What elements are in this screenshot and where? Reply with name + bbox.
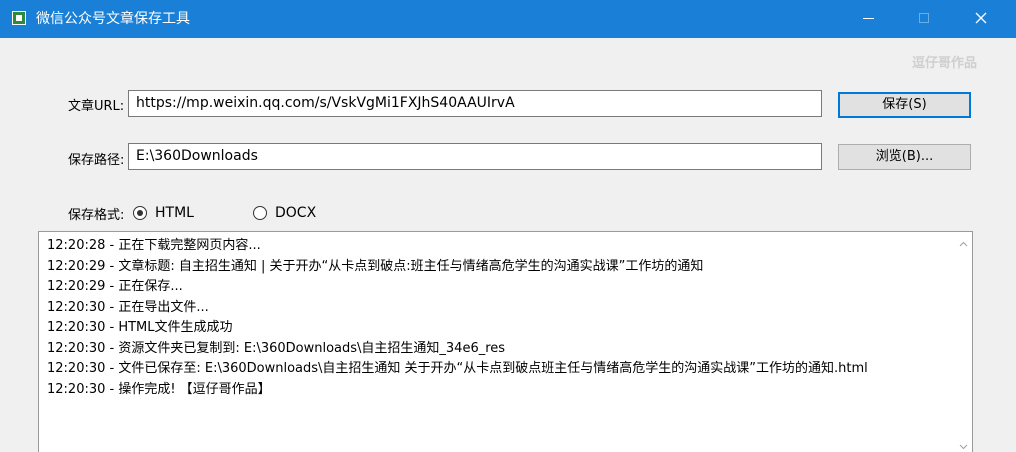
log-line: 12:20:30 - 正在导出文件...: [47, 299, 209, 315]
log-line: 12:20:28 - 正在下载完整网页内容...: [47, 238, 261, 253]
window-title: 微信公众号文章保存工具: [36, 11, 190, 27]
format-radio-label: HTML: [155, 205, 194, 221]
title-bar[interactable]: 微信公众号文章保存工具: [0, 0, 1016, 38]
format-radio-label: DOCX: [275, 205, 317, 221]
close-button[interactable]: [958, 0, 1004, 38]
path-label: 保存路径:: [68, 153, 125, 168]
vertical-scrollbar[interactable]: [955, 232, 972, 452]
close-icon: [975, 12, 987, 24]
chevron-down-icon[interactable]: [955, 438, 972, 452]
log-line: 12:20:29 - 文章标题: 自主招生通知 | 关于开办“从卡点到破点:班主…: [47, 258, 704, 274]
format-radio-html[interactable]: HTML: [133, 204, 213, 222]
browse-button[interactable]: 浏览(B)...: [838, 144, 971, 170]
log-line: 12:20:30 - 操作完成! 【逗仔哥作品】: [47, 381, 271, 397]
log-line: 12:20:29 - 正在保存...: [47, 279, 183, 294]
url-label: 文章URL:: [68, 99, 125, 114]
path-input[interactable]: E:\360Downloads: [128, 143, 822, 170]
log-line: 12:20:30 - HTML文件生成成功: [47, 320, 233, 335]
chevron-up-icon[interactable]: [955, 236, 972, 253]
format-label: 保存格式:: [68, 208, 125, 223]
app-window: 微信公众号文章保存工具 逗仔哥作品 文章URL: https://mp.weix…: [0, 0, 1016, 452]
format-radio-docx[interactable]: DOCX: [253, 204, 333, 222]
log-line: 12:20:30 - 资源文件夹已复制到: E:\360Downloads\自主…: [47, 340, 506, 356]
radio-unselected-icon: [253, 206, 267, 220]
maximize-button[interactable]: [902, 0, 948, 38]
log-line: 12:20:30 - 文件已保存至: E:\360Downloads\自主招生通…: [47, 361, 868, 376]
log-textarea[interactable]: 12:20:28 - 正在下载完整网页内容... 12:20:29 - 文章标题…: [38, 231, 973, 452]
watermark: 逗仔哥作品: [912, 56, 978, 71]
url-input[interactable]: https://mp.weixin.qq.com/s/VskVgMi1FXJhS…: [128, 90, 822, 117]
radio-selected-icon: [133, 206, 147, 220]
app-icon: [12, 11, 26, 25]
maximize-icon: [919, 13, 929, 23]
save-button[interactable]: 保存(S): [838, 92, 971, 118]
minimize-icon: [863, 18, 874, 19]
minimize-button[interactable]: [846, 0, 892, 38]
log-content: 12:20:28 - 正在下载完整网页内容... 12:20:29 - 文章标题…: [47, 236, 947, 400]
